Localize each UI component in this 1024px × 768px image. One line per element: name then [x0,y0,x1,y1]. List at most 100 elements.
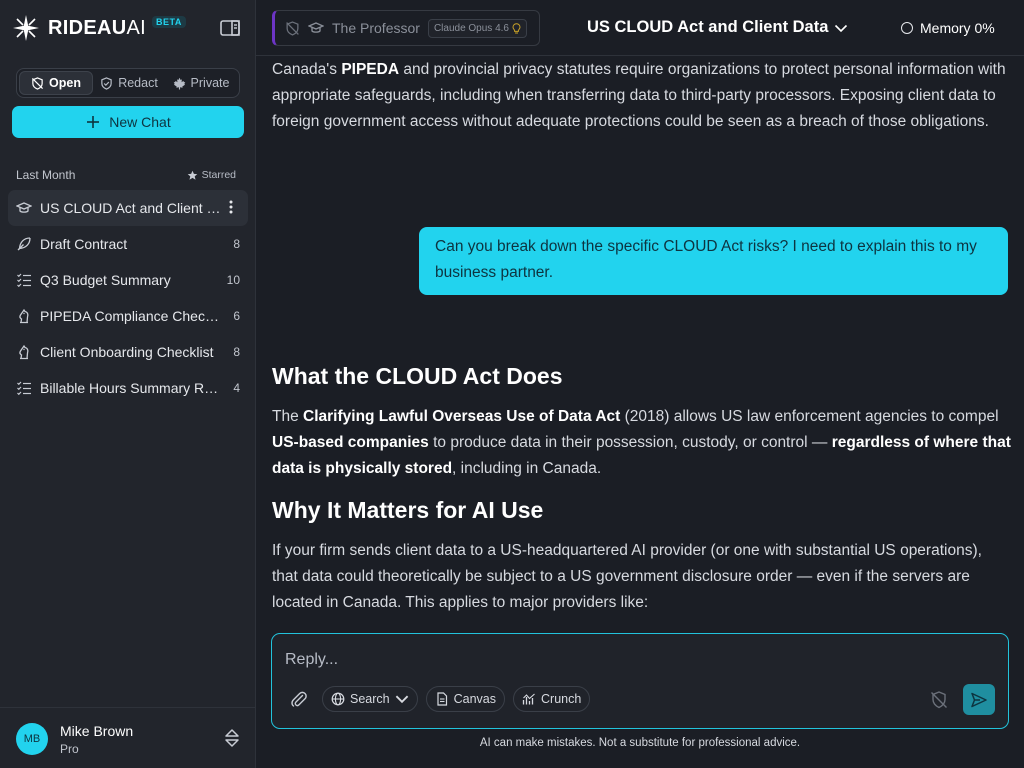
assistant-intro-paragraph: Canada's PIPEDA and provincial privacy s… [272,57,1012,135]
chat-item-label: Billable Hours Summary Report [40,380,222,396]
maple-leaf-icon [173,77,185,89]
chat-item-label: Client Onboarding Checklist [40,344,214,360]
chess-knight-icon [16,344,32,360]
chat-item-count: 8 [233,345,240,359]
user-account-bar[interactable]: MB Mike Brown Pro [0,707,256,768]
attach-button[interactable] [288,688,310,710]
star-logo-icon [13,15,39,41]
sidebar-panel-icon [220,20,240,36]
sidebar-toggle-button[interactable] [218,16,242,40]
chat-item-label: US CLOUD Act and Client Data [40,200,222,216]
graduation-cap-icon [308,22,324,33]
chat-section-header: Last Month Starred [16,168,236,182]
more-options-icon[interactable] [222,200,240,217]
chess-knight-icon [16,308,32,324]
chat-item[interactable]: Draft Contract 8 [8,226,248,262]
beta-badge: BETA [151,16,186,28]
brand[interactable]: RIDEAUAI BETA [12,14,186,42]
mode-open-button[interactable]: Open [19,71,93,95]
star-icon [187,170,197,180]
text-run: to produce data in their possession, cus… [428,434,832,451]
feather-pen-icon [16,236,32,252]
memory-label: Memory 0% [920,20,995,36]
chat-item-count: 10 [226,273,240,287]
shield-off-icon[interactable] [928,689,950,711]
message-composer: Search Canvas Crunch [271,633,1009,729]
shield-off-icon [31,76,44,90]
mode-redact-button[interactable]: Redact [93,71,165,95]
avatar: MB [16,723,48,755]
cloud-act-paragraph: The Clarifying Lawful Overseas Use of Da… [272,404,1012,482]
model-badge[interactable]: Claude Opus 4.6 [427,18,527,38]
mode-redact-label: Redact [118,76,158,90]
top-header: The Professor Claude Opus 4.6 US CLOUD A… [256,0,1024,56]
search-tool-button[interactable]: Search [322,686,418,712]
send-button[interactable] [963,684,995,715]
persona-name: The Professor [332,20,420,36]
chat-item-label: Draft Contract [40,236,128,252]
chat-item-label: PIPEDA Compliance Checklist [40,308,222,324]
brand-name: RIDEAUAI [48,17,146,40]
model-name: Claude Opus 4.6 [433,22,509,34]
chat-item-count: 6 [233,309,240,323]
mode-private-label: Private [190,76,230,90]
memory-circle-icon [901,22,913,34]
text-run-bold: PIPEDA [341,61,400,78]
chat-list: US CLOUD Act and Client Data Draft Contr… [8,190,248,406]
chat-item-label: Q3 Budget Summary [40,272,171,288]
text-run-bold: Clarifying Lawful Overseas Use of Data A… [303,408,621,425]
conversation-title-text: US CLOUD Act and Client Data [587,18,829,36]
persona-selector[interactable]: The Professor Claude Opus 4.6 [272,10,540,46]
sidebar: RIDEAUAI BETA Open Redact Private New Ch… [0,0,256,768]
paperclip-icon [291,691,307,707]
brand-name-text: RIDEAU [48,16,127,39]
text-run: (2018) allows US law enforcement agencie… [620,408,999,425]
disclaimer-text: AI can make mistakes. Not a substitute f… [479,737,801,749]
lightbulb-icon [512,22,521,33]
globe-icon [331,692,345,706]
crunch-tool-label: Crunch [541,692,582,706]
message-thread: Canada's PIPEDA and provincial privacy s… [256,57,1024,631]
checklist-icon [16,380,32,396]
search-tool-label: Search [350,692,390,706]
heading-cloud-act: What the CLOUD Act Does [272,363,563,389]
canvas-tool-button[interactable]: Canvas [425,686,505,712]
text-run: Canada's [272,61,342,78]
starred-label: Starred [201,169,236,181]
bar-chart-icon [522,693,535,705]
chat-item[interactable]: Client Onboarding Checklist 8 [8,334,248,370]
chat-item[interactable]: Q3 Budget Summary 10 [8,262,248,298]
chat-item[interactable]: Billable Hours Summary Report 4 [8,370,248,406]
chat-item-count: 8 [233,237,240,251]
privacy-mode-switch: Open Redact Private [16,68,240,98]
text-run-bold: US-based companies [272,434,429,451]
document-icon [437,692,447,706]
chat-item[interactable]: US CLOUD Act and Client Data [8,190,248,226]
starred-filter[interactable]: Starred [187,169,236,181]
graduation-cap-icon [16,200,32,216]
user-plan: Pro [60,742,79,756]
shield-off-icon [286,20,299,36]
mode-open-label: Open [49,76,81,90]
crunch-tool-button[interactable]: Crunch [513,686,591,712]
text-run: , including in Canada. [452,460,602,477]
plus-icon [87,116,100,128]
user-message-bubble: Can you break down the specific CLOUD Ac… [419,227,1008,295]
chat-item-count: 4 [233,381,240,395]
ai-use-paragraph: If your firm sends client data to a US-h… [272,542,982,611]
chevron-down-icon [835,24,848,32]
text-run: The [272,408,304,425]
shield-check-icon [101,76,112,90]
heading-ai-use: Why It Matters for AI Use [272,497,544,523]
memory-indicator[interactable]: Memory 0% [901,20,995,36]
new-chat-label: New Chat [109,114,171,130]
reply-input[interactable] [285,648,985,672]
brand-suffix: AI [126,16,146,39]
new-chat-button[interactable]: New Chat [12,106,244,138]
chevron-up-down-icon[interactable] [222,728,242,748]
canvas-tool-label: Canvas [453,692,496,706]
chat-item[interactable]: PIPEDA Compliance Checklist 6 [8,298,248,334]
conversation-title[interactable]: US CLOUD Act and Client Data [587,18,848,37]
mode-private-button[interactable]: Private [165,71,237,95]
checklist-icon [16,272,32,288]
